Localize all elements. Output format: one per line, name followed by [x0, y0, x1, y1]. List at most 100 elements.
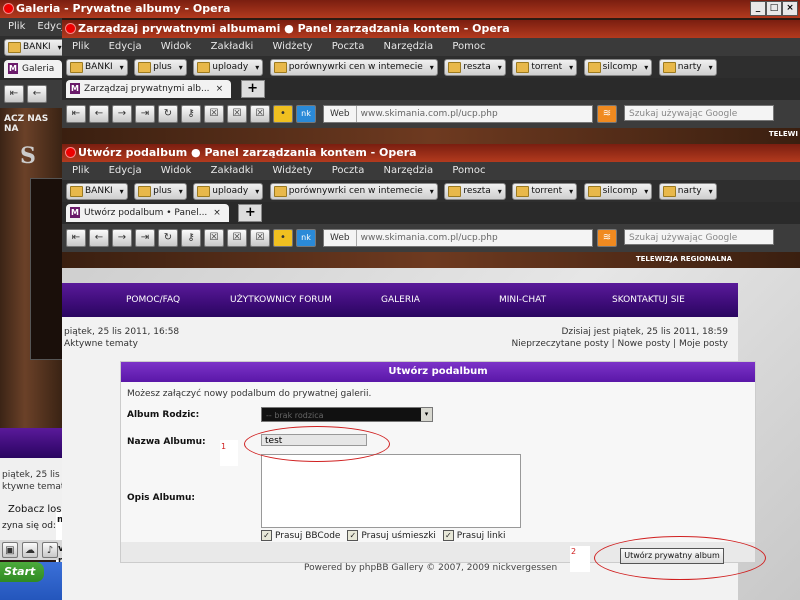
- bookmark-banki[interactable]: BANKI: [66, 183, 128, 200]
- nav-kontakt[interactable]: SKONTAKTUJ SIE: [612, 285, 685, 315]
- popup-block-icon[interactable]: ☒: [204, 105, 224, 123]
- cookie-icon[interactable]: ☒: [227, 229, 247, 247]
- nav-minichat[interactable]: MINI-CHAT: [499, 285, 546, 315]
- nav-pomoc[interactable]: POMOC/FAQ: [126, 285, 180, 315]
- menu-poczta[interactable]: Poczta: [332, 165, 365, 176]
- parent-select[interactable]: -- brak rodzica ▾: [261, 407, 433, 422]
- taskbar-icon-1[interactable]: ▣: [2, 542, 18, 558]
- taskbar-icon-3[interactable]: ♪: [42, 542, 58, 558]
- middle-address-bar[interactable]: Web www.skimania.com.pl/ucp.php: [323, 105, 593, 123]
- rewind-icon[interactable]: ⇤: [66, 105, 86, 123]
- popup-block-icon[interactable]: ☒: [204, 229, 224, 247]
- menu-edycja[interactable]: Edycja: [109, 165, 142, 176]
- front-address-bar[interactable]: Web www.skimania.com.pl/ucp.php: [323, 229, 593, 247]
- links-checkbox[interactable]: ✓ Prasuj linki: [442, 530, 505, 541]
- menu-plik[interactable]: Plik: [72, 165, 89, 176]
- menu-narzedzia[interactable]: Narzędzia: [384, 165, 434, 176]
- rss-icon[interactable]: ≋: [597, 229, 617, 247]
- minimize-icon[interactable]: _: [750, 1, 766, 16]
- back-arrow-icon[interactable]: ←: [89, 229, 109, 247]
- menu-pomoc[interactable]: Pomoc: [452, 165, 485, 176]
- menu-widok[interactable]: Widok: [161, 165, 192, 176]
- site-nav: POMOC/FAQ UŻYTKOWNICY FORUM GALERIA MINI…: [62, 283, 738, 317]
- front-search[interactable]: Szukaj używając Google: [624, 229, 774, 245]
- right-links[interactable]: Nieprzeczytane posty | Nowe posty | Moje…: [511, 339, 728, 349]
- menu-narzedzia[interactable]: Narzędzia: [384, 41, 434, 52]
- bookmark-reszta[interactable]: reszta: [444, 59, 506, 76]
- menu-plik[interactable]: Plik: [8, 21, 25, 32]
- bookmark-plus[interactable]: plus: [134, 183, 187, 200]
- middle-tab[interactable]: M Zarządzaj prywatnymi alb... ×: [66, 80, 232, 98]
- middle-window-titlebar[interactable]: Zarządzaj prywatnymi albumami ● Panel za…: [62, 20, 800, 38]
- nav-uzytkownicy[interactable]: UŻYTKOWNICY FORUM: [230, 285, 332, 315]
- back-tab[interactable]: MGaleria - P: [4, 60, 63, 92]
- bookmark-torrent[interactable]: torrent: [512, 183, 578, 200]
- new-tab-button[interactable]: +: [238, 204, 263, 222]
- taskbar-icon-2[interactable]: ☁: [22, 542, 38, 558]
- cookie-icon[interactable]: ☒: [227, 105, 247, 123]
- bookmark-silcomp[interactable]: silcomp: [583, 59, 653, 76]
- menu-zakladki[interactable]: Zakładki: [211, 41, 254, 52]
- middle-search[interactable]: Szukaj używając Google: [624, 105, 774, 121]
- front-tab[interactable]: M Utwórz podalbum • Panel... ×: [66, 204, 229, 222]
- rss-icon[interactable]: ≋: [597, 105, 617, 123]
- bookmark-torrent[interactable]: torrent: [512, 59, 578, 76]
- back-arrow-icon[interactable]: ←: [89, 105, 109, 123]
- new-tab-button[interactable]: +: [240, 80, 265, 98]
- back-arrow-icon[interactable]: ←: [27, 85, 47, 103]
- bbcode-checkbox[interactable]: ✓ Prasuj BBCode: [261, 530, 340, 541]
- start-button[interactable]: Start: [0, 562, 44, 582]
- desc-textarea[interactable]: [261, 454, 521, 528]
- back-purple-nav: [0, 428, 62, 458]
- menu-edycja[interactable]: Edycja: [109, 41, 142, 52]
- back-icon[interactable]: ⇤: [4, 85, 24, 103]
- bookmark-narty[interactable]: narty: [658, 59, 717, 76]
- menu-zakladki[interactable]: Zakładki: [211, 165, 254, 176]
- tab-close-icon[interactable]: ×: [213, 208, 221, 218]
- fast-forward-icon[interactable]: ⇥: [135, 229, 155, 247]
- reload-icon[interactable]: ↻: [158, 105, 178, 123]
- menu-widzety[interactable]: Widżety: [273, 41, 313, 52]
- menu-poczta[interactable]: Poczta: [332, 41, 365, 52]
- forward-arrow-icon[interactable]: →: [112, 229, 132, 247]
- fast-forward-icon[interactable]: ⇥: [135, 105, 155, 123]
- back-active-link[interactable]: ktywne temat: [2, 482, 64, 492]
- nav-galeria[interactable]: GALERIA: [381, 285, 420, 315]
- bookmark-silcomp[interactable]: silcomp: [583, 183, 653, 200]
- close-icon[interactable]: ×: [782, 1, 798, 16]
- key-icon[interactable]: ⚷: [181, 105, 201, 123]
- nk-icon[interactable]: nk: [296, 105, 316, 123]
- back-window-titlebar[interactable]: Galeria - Prywatne albumy - Opera _ □ ×: [0, 0, 800, 18]
- bookmark-plus[interactable]: plus: [134, 59, 187, 76]
- note-icon[interactable]: •: [273, 105, 293, 123]
- nk-icon[interactable]: nk: [296, 229, 316, 247]
- bookmark-porownywarki[interactable]: porównywrki cen w intemecie: [269, 59, 438, 76]
- bookmark-banki[interactable]: BANKI: [4, 39, 62, 56]
- bookmark-uploady[interactable]: uploady: [193, 59, 264, 76]
- bookmark-uploady[interactable]: uploady: [193, 183, 264, 200]
- back-login-text: zyna się od:: [2, 521, 56, 531]
- menu-pomoc[interactable]: Pomoc: [452, 41, 485, 52]
- smilies-checkbox[interactable]: ✓ Prasuj uśmieszki: [347, 530, 436, 541]
- rewind-icon[interactable]: ⇤: [66, 229, 86, 247]
- bookmark-banki[interactable]: BANKI: [66, 59, 128, 76]
- menu-widok[interactable]: Widok: [161, 41, 192, 52]
- active-topics-link[interactable]: Aktywne tematy: [64, 339, 138, 349]
- bookmark-reszta[interactable]: reszta: [444, 183, 506, 200]
- annotation-oval-1: [244, 426, 390, 462]
- js-icon[interactable]: ☒: [250, 105, 270, 123]
- opera-icon: [65, 147, 76, 158]
- forward-arrow-icon[interactable]: →: [112, 105, 132, 123]
- tab-close-icon[interactable]: ×: [216, 84, 224, 94]
- note-icon[interactable]: •: [273, 229, 293, 247]
- maximize-icon[interactable]: □: [766, 1, 782, 16]
- front-window-titlebar[interactable]: Utwórz podalbum ● Panel zarządzania kont…: [62, 144, 800, 162]
- menu-plik[interactable]: Plik: [72, 41, 89, 52]
- form-header: Utwórz podalbum: [121, 362, 755, 382]
- bookmark-porownywarki[interactable]: porównywrki cen w intemecie: [269, 183, 438, 200]
- menu-widzety[interactable]: Widżety: [273, 165, 313, 176]
- js-icon[interactable]: ☒: [250, 229, 270, 247]
- bookmark-narty[interactable]: narty: [658, 183, 717, 200]
- key-icon[interactable]: ⚷: [181, 229, 201, 247]
- reload-icon[interactable]: ↻: [158, 229, 178, 247]
